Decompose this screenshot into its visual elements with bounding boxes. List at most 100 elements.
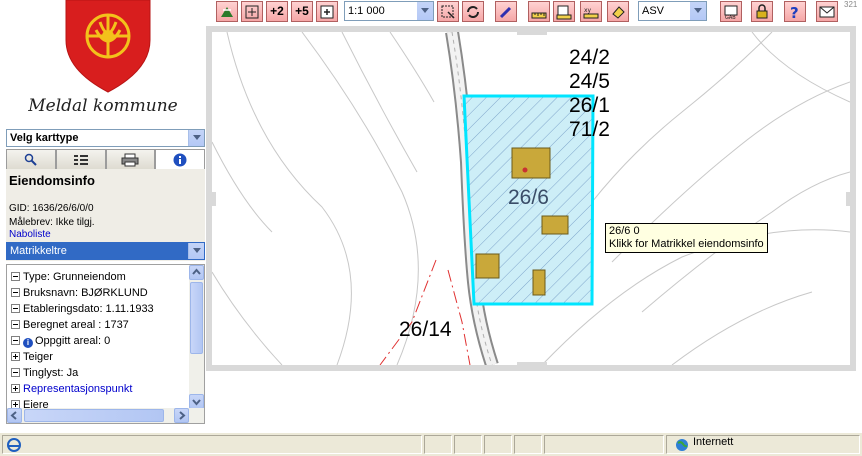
layer-value: ASV	[642, 5, 665, 17]
scroll-right-button[interactable]	[174, 408, 189, 423]
expand-icon[interactable]	[11, 352, 20, 361]
tree-item-teiger[interactable]: Teiger	[11, 350, 53, 365]
zoom-in-5-button[interactable]: +5	[291, 1, 313, 22]
lock-button[interactable]	[751, 1, 773, 22]
tooltip-line-2: Klikk for Matrikkel eiendomsinfo	[609, 238, 764, 250]
parcel-label-26-14: 26/14	[399, 318, 452, 341]
tree-item-representasjonspunkt[interactable]: Representasjonspunkt	[11, 382, 132, 397]
map-type-select[interactable]: Velg karttype	[6, 129, 205, 147]
naboliste-link[interactable]: Naboliste	[9, 229, 51, 240]
collapse-icon[interactable]	[11, 368, 20, 377]
measure-area-button[interactable]	[553, 1, 575, 22]
status-panel-4	[484, 435, 512, 454]
zoom-extent-icon	[320, 5, 334, 19]
tree-item-etableringsdato[interactable]: Etableringsdato: 1.11.1933	[11, 302, 154, 317]
building-barn[interactable]	[475, 253, 500, 279]
coordinates-button[interactable]: xy	[580, 1, 602, 22]
tab-print[interactable]	[105, 149, 156, 169]
security-zone-text: Internett	[693, 436, 734, 448]
help-icon: ?	[790, 4, 799, 20]
municipality-logo: Meldal kommune	[0, 0, 206, 126]
expand-icon[interactable]	[11, 384, 20, 393]
corner-number: 321	[844, 0, 858, 9]
info-heading: Eiendomsinfo	[9, 173, 95, 188]
info-icon	[173, 153, 187, 167]
horizontal-scroll-thumb[interactable]	[24, 409, 164, 422]
collapse-icon[interactable]	[11, 336, 20, 345]
parcel-label-26-6: 26/6	[508, 186, 549, 209]
left-panel: Meldal kommune Velg karttype Eiendomsinf…	[0, 0, 206, 432]
vertical-scrollbar[interactable]	[189, 265, 204, 409]
svg-text:?: ?	[790, 4, 799, 20]
ruler-icon	[531, 12, 547, 19]
refresh-button[interactable]	[462, 1, 484, 22]
info-icon: i	[23, 338, 33, 348]
tree-item-type[interactable]: Type: Grunneiendom	[11, 270, 126, 285]
tab-legend[interactable]	[55, 149, 106, 169]
gab-button[interactable]: GAB	[720, 1, 742, 22]
tooltip-line-1: 26/6 0	[609, 225, 640, 237]
property-point-marker	[522, 167, 528, 173]
building-shed[interactable]	[541, 215, 569, 235]
select-area-button[interactable]	[437, 1, 459, 22]
building-small[interactable]	[532, 269, 546, 296]
email-button[interactable]	[816, 1, 838, 22]
scale-value: 1:1 000	[348, 5, 385, 17]
scroll-left-button[interactable]	[7, 408, 22, 423]
chevron-down-icon[interactable]	[690, 2, 706, 20]
chevron-down-icon[interactable]	[188, 130, 204, 146]
building-main[interactable]	[511, 147, 551, 179]
gab-icon: GAB	[724, 5, 738, 20]
map-area: 24/2 24/5 26/1 71/2 26/6 26/14 26/6 0 Kl…	[206, 0, 862, 432]
tree-item-beregnet-areal[interactable]: Beregnet areal : 1737	[11, 318, 129, 333]
malebrev-text: Målebrev: Ikke tilgj.	[9, 217, 95, 228]
search-icon	[24, 153, 37, 166]
parcel-boundary-26-14	[379, 259, 471, 365]
pan-icon	[221, 7, 233, 17]
pan-button[interactable]	[216, 1, 238, 22]
legend-icon	[73, 155, 88, 165]
scale-select[interactable]: 1:1 000	[344, 1, 434, 21]
status-panel-2	[424, 435, 452, 454]
parcel-tooltip: 26/6 0 Klikk for Matrikkel eiendomsinfo	[605, 223, 768, 253]
measure-distance-button[interactable]	[528, 1, 550, 22]
scroll-down-button[interactable]	[189, 394, 204, 409]
municipality-name: Meldal kommune	[28, 96, 178, 116]
help-button[interactable]: ?	[784, 1, 806, 22]
svg-text:GAB: GAB	[725, 15, 736, 20]
eraser-button[interactable]	[607, 1, 629, 22]
pencil-icon	[499, 6, 512, 19]
zoom-window-button[interactable]	[241, 1, 263, 22]
zoom-in-2-button[interactable]: +2	[266, 1, 288, 22]
collapse-icon[interactable]	[11, 272, 20, 281]
status-panel-6	[544, 435, 664, 454]
collapse-icon[interactable]	[11, 320, 20, 329]
zoom-window-icon	[245, 5, 259, 19]
tree-item-oppgitt-areal[interactable]: i Oppgitt areal: 0	[11, 334, 110, 349]
collapse-icon[interactable]	[11, 304, 20, 313]
tree-item-tinglyst[interactable]: Tinglyst: Ja	[11, 366, 78, 381]
collapse-icon[interactable]	[11, 288, 20, 297]
eraser-icon	[612, 6, 625, 19]
draw-button[interactable]	[495, 1, 517, 22]
scroll-up-button[interactable]	[189, 265, 204, 280]
tree-item-bruksnavn[interactable]: Bruksnavn: BJØRKLUND	[11, 286, 148, 301]
horizontal-scrollbar[interactable]	[7, 408, 204, 423]
zoom-extent-button[interactable]	[316, 1, 338, 22]
layer-select[interactable]: ASV	[638, 1, 707, 21]
layer-tree-select[interactable]: Matrikkeltre	[6, 242, 205, 260]
map-canvas[interactable]: 24/2 24/5 26/1 71/2 26/6 26/14 26/6 0 Kl…	[206, 26, 856, 371]
lock-icon	[756, 4, 768, 19]
parcel-label-26-1: 26/1	[569, 94, 610, 117]
parcel-label-71-2: 71/2	[569, 118, 610, 141]
tab-info[interactable]	[155, 149, 205, 169]
chevron-down-icon[interactable]	[417, 2, 433, 20]
vertical-scroll-thumb[interactable]	[190, 282, 203, 354]
globe-icon	[676, 439, 688, 451]
coat-of-arms-icon	[65, 0, 151, 93]
chevron-down-icon[interactable]	[188, 243, 204, 259]
tab-search[interactable]	[6, 149, 56, 169]
status-panel-5	[514, 435, 542, 454]
map-type-value: Velg karttype	[10, 132, 79, 144]
envelope-icon	[819, 6, 835, 18]
